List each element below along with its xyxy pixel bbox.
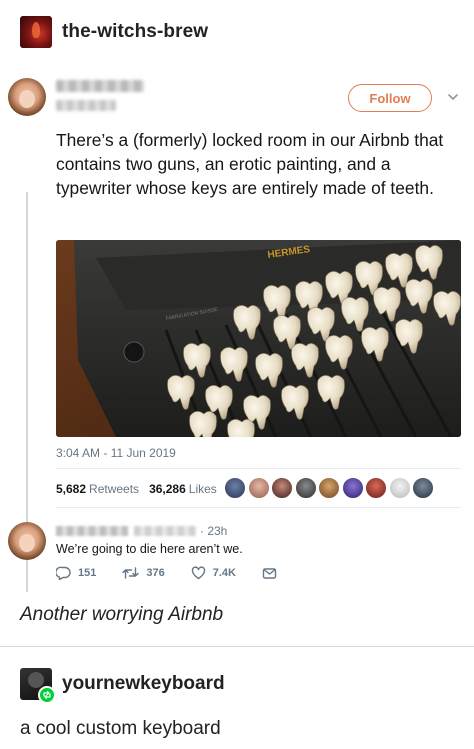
liker-avatar[interactable]: [341, 477, 364, 499]
post-caption: Another worrying Airbnb: [20, 604, 224, 625]
liker-avatar[interactable]: [388, 477, 411, 499]
dm-action[interactable]: [262, 567, 284, 580]
typewriter-teeth-image: HERMES FABRICATION SUISSE: [56, 240, 461, 437]
retweet-icon: [122, 567, 140, 579]
liker-avatar[interactable]: [247, 477, 270, 499]
follow-button[interactable]: Follow: [348, 84, 432, 112]
reblog-caption: a cool custom keyboard: [20, 718, 221, 739]
reblog-divider: [0, 646, 474, 647]
divider: [56, 507, 461, 508]
like-count: 7.4K: [212, 567, 236, 579]
liker-avatar[interactable]: [365, 477, 387, 499]
chevron-down-icon[interactable]: [446, 90, 460, 104]
like-action[interactable]: 7.4K: [191, 566, 236, 580]
tweet-author-redacted: [56, 80, 144, 111]
retweets-label[interactable]: Retweets: [89, 482, 139, 496]
reply-actions: 151 376 7.4K: [56, 566, 310, 580]
reply-icon: [56, 566, 71, 580]
divider: [56, 468, 461, 469]
reply-action[interactable]: 151: [56, 566, 96, 580]
reply-author-handle-blurred: [134, 526, 196, 536]
tweet-timestamp[interactable]: 3:04 AM - 11 Jun 2019: [56, 446, 176, 460]
likes-label[interactable]: Likes: [189, 482, 217, 496]
reblog-icon: [38, 686, 56, 704]
liker-avatar[interactable]: [271, 477, 293, 499]
reblog-header: yournewkeyboard: [20, 666, 225, 704]
liker-avatar[interactable]: [412, 477, 434, 499]
liker-avatars: [224, 477, 436, 499]
liker-avatar[interactable]: [318, 477, 340, 499]
liker-avatar[interactable]: [224, 477, 246, 499]
author-handle-blurred: [56, 100, 116, 111]
blog-name[interactable]: the-witchs-brew: [62, 21, 208, 43]
blog-avatar[interactable]: [20, 16, 52, 48]
reply-header: · 23h: [56, 524, 227, 538]
retweets-count[interactable]: 5,682: [56, 482, 86, 496]
reply-count: 151: [78, 567, 97, 579]
tweet-stats: 5,682 Retweets 36,286 Likes: [56, 482, 217, 496]
post-header: the-witchs-brew: [20, 14, 208, 50]
mail-icon: [262, 567, 277, 579]
reply-time[interactable]: · 23h: [200, 524, 227, 538]
retweet-count: 376: [146, 567, 165, 579]
liker-avatar[interactable]: [294, 477, 317, 499]
likes-count[interactable]: 36,286: [149, 482, 186, 496]
reply-author-name-blurred: [56, 526, 128, 536]
heart-icon: [191, 566, 205, 580]
reblog-blog-avatar[interactable]: [20, 668, 56, 704]
tweet-text: There’s a (formerly) locked room in our …: [56, 130, 444, 198]
reply-author-avatar[interactable]: [8, 522, 46, 560]
reply-text: We’re going to die here aren’t we.: [56, 542, 243, 556]
tweet-author-avatar[interactable]: [8, 78, 46, 116]
reblog-blog-name[interactable]: yournewkeyboard: [62, 673, 225, 695]
retweet-action[interactable]: 376: [122, 566, 165, 580]
tweet-photo[interactable]: HERMES FABRICATION SUISSE: [56, 240, 461, 437]
author-name-blurred: [56, 80, 144, 92]
